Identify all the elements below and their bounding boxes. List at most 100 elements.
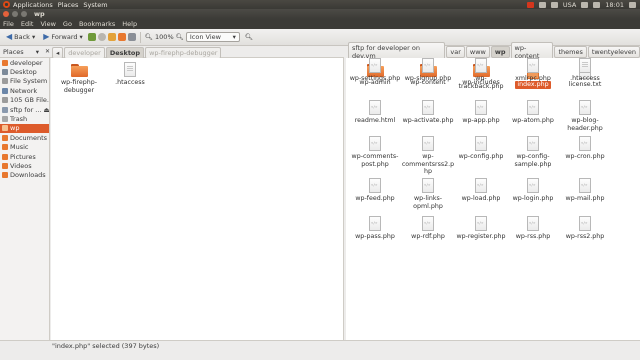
home-icon[interactable] bbox=[117, 33, 126, 41]
file-item[interactable]: wp-links-opml.php bbox=[401, 178, 455, 210]
stop-icon[interactable] bbox=[97, 33, 106, 41]
search-icon[interactable]: 🔍︎ bbox=[245, 33, 253, 41]
ubuntu-logo-icon[interactable] bbox=[3, 1, 10, 8]
sidebar-item-developer[interactable]: developer bbox=[0, 58, 49, 67]
sidebar-item-label: 105 GB File... bbox=[10, 96, 49, 105]
file-item[interactable]: wp-feed.php bbox=[348, 178, 402, 203]
zoom-in-icon[interactable]: 🔍︎ bbox=[176, 33, 184, 41]
menu-go[interactable]: Go bbox=[63, 20, 72, 28]
file-item[interactable]: wp-commentsrss2.php bbox=[401, 136, 455, 176]
sidebar-item-sftp[interactable]: sftp for ... ⏏ bbox=[0, 105, 49, 114]
breadcrumb-item[interactable]: var bbox=[446, 46, 465, 58]
file-label: wp-signup.php bbox=[404, 75, 452, 82]
sidebar-item-label: Pictures bbox=[10, 152, 36, 161]
sidebar-item-downloads[interactable]: Downloads bbox=[0, 171, 49, 180]
sidebar-item-pictures[interactable]: Pictures bbox=[0, 152, 49, 161]
file-item[interactable]: wp-comments-post.php bbox=[348, 136, 402, 168]
php-file-icon bbox=[475, 136, 487, 151]
file-item[interactable]: wp-cron.php bbox=[558, 136, 612, 161]
menu-view[interactable]: View bbox=[40, 20, 55, 28]
file-item[interactable]: wp-blog-header.php bbox=[558, 100, 612, 132]
file-item[interactable]: wp-trackback.php bbox=[454, 58, 508, 90]
sidebar-item-105gb[interactable]: 105 GB File... bbox=[0, 96, 49, 105]
forward-history-icon[interactable]: ▾ bbox=[80, 33, 83, 41]
mail-icon[interactable] bbox=[550, 1, 558, 8]
keyboard-layout[interactable]: USA bbox=[563, 1, 576, 9]
sidebar-item-label: Trash bbox=[10, 115, 28, 124]
file-label: wp-firephp-debugger bbox=[61, 79, 97, 94]
up-icon[interactable] bbox=[87, 33, 96, 41]
close-sidebar-button[interactable]: ✕ bbox=[45, 48, 50, 55]
sidebar-item-wp[interactable]: wp bbox=[0, 123, 49, 134]
sidebar-item-label: Music bbox=[10, 143, 29, 152]
file-item[interactable]: wp-login.php bbox=[506, 178, 560, 203]
right-file-view[interactable]: wp-adminwp-contentwp-includesindex.phpli… bbox=[346, 58, 640, 340]
file-item[interactable]: wp-load.php bbox=[454, 178, 508, 203]
file-item[interactable]: wp-rss.php bbox=[506, 216, 560, 241]
menu-edit[interactable]: Edit bbox=[21, 20, 34, 28]
file-item[interactable]: readme.html bbox=[348, 100, 402, 125]
file-item[interactable]: wp-activate.php bbox=[401, 100, 455, 125]
computer-icon[interactable] bbox=[127, 33, 136, 41]
network-status-icon[interactable] bbox=[538, 1, 546, 8]
close-window-button[interactable] bbox=[3, 11, 9, 17]
file-item[interactable]: wp-rss2.php bbox=[558, 216, 612, 241]
volume-icon[interactable] bbox=[581, 1, 589, 8]
file-item[interactable]: wp-firephp-debugger bbox=[52, 64, 106, 94]
file-item[interactable]: wp-settings.php bbox=[348, 58, 402, 83]
zoom-level[interactable]: 100% bbox=[155, 33, 174, 41]
menubar: File Edit View Go Bookmarks Help bbox=[0, 19, 640, 29]
menu-bookmarks[interactable]: Bookmarks bbox=[79, 20, 115, 28]
sidebar-item-label: developer bbox=[10, 58, 43, 67]
file-item[interactable]: .htaccess bbox=[558, 58, 612, 83]
sidebar-item-videos[interactable]: Videos bbox=[0, 161, 49, 170]
clock[interactable]: 18:01 bbox=[605, 1, 624, 9]
power-icon[interactable] bbox=[629, 1, 636, 8]
view-mode-select[interactable]: Icon View ▾ bbox=[185, 32, 240, 42]
sidebar-item-trash[interactable]: Trash bbox=[0, 114, 49, 123]
file-item[interactable]: wp-rdf.php bbox=[401, 216, 455, 241]
reload-icon[interactable] bbox=[107, 33, 116, 41]
breadcrumb-item-active[interactable]: wp bbox=[490, 46, 510, 58]
sidebar-item-documents[interactable]: Documents bbox=[0, 133, 49, 142]
file-item[interactable]: wp-atom.php bbox=[506, 100, 560, 125]
file-label: wp-activate.php bbox=[402, 117, 454, 124]
sidebar-item-music[interactable]: Music bbox=[0, 143, 49, 152]
record-icon[interactable] bbox=[526, 1, 534, 8]
file-item[interactable]: wp-register.php bbox=[454, 216, 508, 241]
eject-icon[interactable]: ⏏ bbox=[44, 106, 49, 114]
sidebar-item-file-system[interactable]: File System bbox=[0, 77, 49, 86]
file-item[interactable]: wp-config.php bbox=[454, 136, 508, 161]
forward-button[interactable]: ▶ Forward ▾ bbox=[40, 31, 86, 43]
breadcrumb-item[interactable]: www bbox=[465, 46, 490, 58]
sidebar-item-network[interactable]: Network bbox=[0, 86, 49, 95]
file-item[interactable]: .htaccess bbox=[103, 62, 157, 87]
file-label: wp-register.php bbox=[456, 233, 506, 240]
sidebar-item-desktop[interactable]: Desktop bbox=[0, 67, 49, 76]
menu-help[interactable]: Help bbox=[122, 20, 137, 28]
file-item[interactable]: xmlrpc.php bbox=[506, 58, 560, 83]
php-file-icon bbox=[369, 58, 381, 73]
file-item[interactable]: wp-mail.php bbox=[558, 178, 612, 203]
menu-file[interactable]: File bbox=[3, 20, 14, 28]
back-history-icon[interactable]: ▾ bbox=[32, 33, 35, 41]
applications-menu[interactable]: Applications bbox=[13, 1, 53, 9]
places-select[interactable]: Places ▾ bbox=[3, 48, 41, 56]
breadcrumb-item[interactable]: themes bbox=[554, 46, 587, 58]
file-item[interactable]: wp-app.php bbox=[454, 100, 508, 125]
window-titlebar[interactable]: wp bbox=[0, 9, 640, 19]
file-item[interactable]: wp-signup.php bbox=[401, 58, 455, 83]
zoom-out-icon[interactable]: 🔍︎ bbox=[145, 33, 153, 41]
places-sidebar: developer Desktop File System Network 10… bbox=[0, 58, 50, 340]
breadcrumb-item[interactable]: twentyeleven bbox=[587, 46, 640, 58]
maximize-window-button[interactable] bbox=[21, 11, 27, 17]
left-file-view[interactable]: wp-firephp-debugger .htaccess bbox=[51, 58, 344, 340]
system-menu[interactable]: System bbox=[83, 1, 107, 9]
system-tray: USA 18:01 bbox=[526, 0, 636, 9]
battery-icon[interactable] bbox=[593, 1, 601, 8]
back-button[interactable]: ◀ Back ▾ bbox=[3, 31, 38, 43]
minimize-window-button[interactable] bbox=[12, 11, 18, 17]
places-menu[interactable]: Places bbox=[58, 1, 79, 9]
file-item[interactable]: wp-pass.php bbox=[348, 216, 402, 241]
file-item[interactable]: wp-config-sample.php bbox=[506, 136, 560, 168]
